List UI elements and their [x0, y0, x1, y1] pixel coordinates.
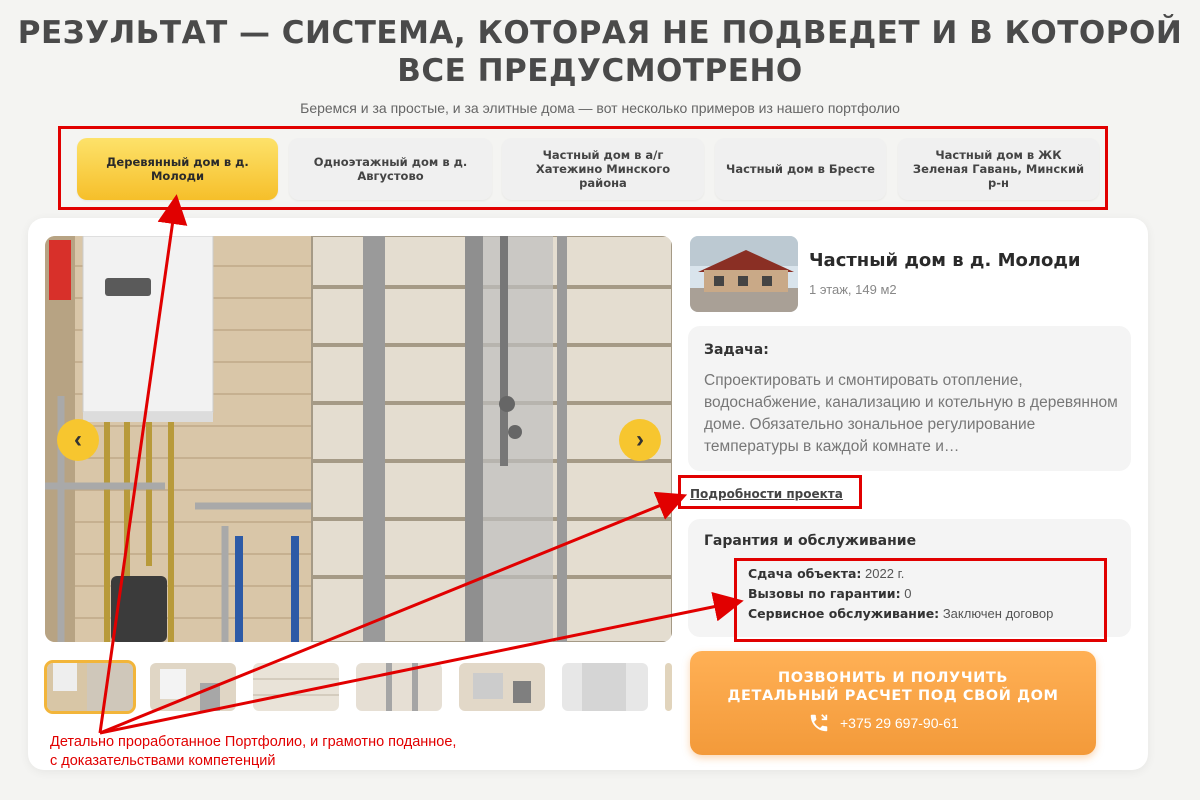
- annotation-arrows: [98, 194, 744, 735]
- annotation-line-1: Детально проработанное Портфолио, и грам…: [50, 734, 457, 750]
- annotation-line-2: с доказательствами компетенций: [50, 753, 276, 769]
- arrow-to-tabs: [98, 194, 188, 734]
- arrow-to-details: [99, 491, 688, 735]
- arrow-to-guarantee: [99, 591, 744, 735]
- annotation-note: Детально проработанное Портфолио, и грам…: [50, 733, 456, 771]
- portfolio-section: РЕЗУЛЬТАТ — СИСТЕМА, КОТОРАЯ НЕ ПОДВЕДЕТ…: [0, 0, 1200, 800]
